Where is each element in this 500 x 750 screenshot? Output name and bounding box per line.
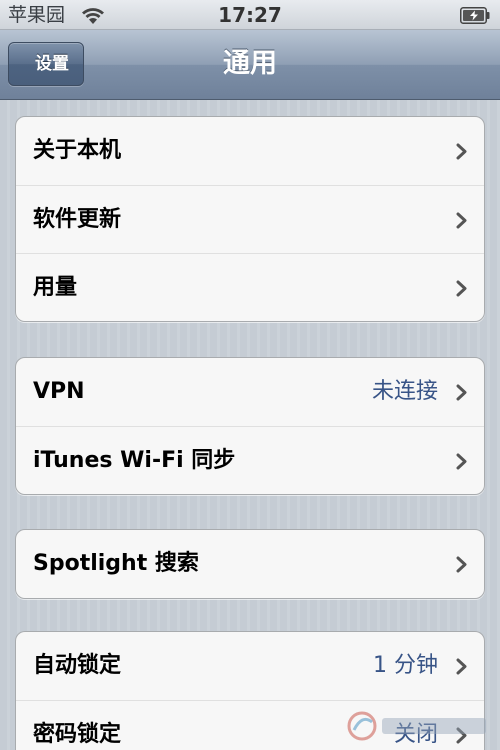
chevron-right-icon [456,212,467,229]
page-title: 通用 [223,48,277,79]
row-label: iTunes Wi-Fi 同步 [33,448,236,473]
row-value: 1 分钟 [373,653,438,678]
settings-group-info: 关于本机 软件更新 用量 [15,116,485,322]
chevron-right-icon [456,143,467,160]
chevron-right-icon [456,280,467,297]
navigation-bar: 设置 通用 [0,30,500,100]
row-usage[interactable]: 用量 [16,253,484,321]
chevron-right-icon [456,658,467,675]
watermark-logo [347,711,486,741]
row-label: 用量 [33,275,78,300]
row-itunes-wifi-sync[interactable]: iTunes Wi-Fi 同步 [16,426,484,494]
row-auto-lock[interactable]: 自动锁定 1 分钟 [16,632,484,700]
row-label: Spotlight 搜索 [33,551,199,576]
chevron-right-icon [456,556,467,573]
row-label: VPN [33,379,85,404]
row-spotlight-search[interactable]: Spotlight 搜索 [16,530,484,598]
battery-icon [460,7,490,24]
row-label: 密码锁定 [33,722,122,747]
settings-group-network: VPN 未连接 iTunes Wi-Fi 同步 [15,357,485,495]
chevron-right-icon [456,453,467,470]
row-vpn[interactable]: VPN 未连接 [16,358,484,426]
row-label: 自动锁定 [33,653,122,678]
chevron-right-icon [456,384,467,401]
row-value: 未连接 [371,379,438,404]
row-label: 软件更新 [33,207,122,232]
row-software-update[interactable]: 软件更新 [16,185,484,253]
status-bar: 苹果园 17:27 [0,0,500,30]
row-label: 关于本机 [33,138,122,163]
status-time: 17:27 [218,3,282,27]
back-button-label: 设置 [35,54,69,74]
settings-group-search: Spotlight 搜索 [15,529,485,599]
row-about[interactable]: 关于本机 [16,117,484,185]
